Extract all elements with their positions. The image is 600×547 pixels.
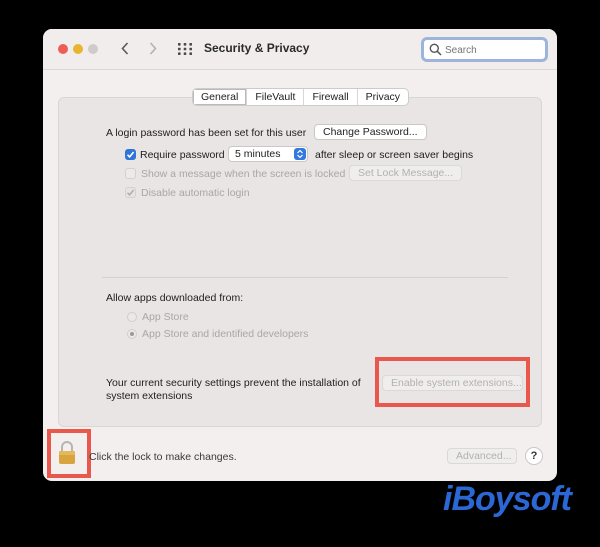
help-button[interactable]: ?	[525, 447, 543, 465]
tab-general[interactable]: General	[193, 89, 247, 105]
radio-app-store-identified-label: App Store and identified developers	[142, 328, 309, 340]
lock-instruction-text: Click the lock to make changes.	[89, 451, 237, 463]
chevron-left-icon	[121, 41, 129, 55]
highlight-box-extensions	[375, 357, 530, 407]
highlight-box-lock	[47, 429, 91, 478]
show-all-grid-icon[interactable]	[177, 41, 193, 57]
tab-filevault[interactable]: FileVault	[246, 89, 303, 105]
show-message-checkbox[interactable]	[125, 168, 136, 179]
search-field[interactable]	[421, 37, 548, 62]
search-input[interactable]	[445, 43, 540, 57]
change-password-button[interactable]: Change Password...	[314, 124, 427, 140]
window-title: Security & Privacy	[204, 41, 310, 55]
zoom-window-button[interactable]	[88, 44, 98, 54]
extensions-message-line2: system extensions	[106, 390, 193, 402]
forward-button[interactable]	[145, 39, 161, 57]
iboysoft-watermark: iBoysoft	[443, 480, 572, 518]
radio-app-store-label: App Store	[142, 311, 189, 323]
section-divider	[102, 277, 508, 278]
search-icon	[429, 43, 442, 56]
set-lock-message-button[interactable]: Set Lock Message...	[349, 165, 463, 181]
minimize-window-button[interactable]	[73, 44, 83, 54]
chevron-right-icon	[149, 41, 157, 55]
checkmark-icon	[126, 189, 135, 197]
require-password-delay-value: 5 minutes	[235, 148, 281, 160]
radio-app-store-identified[interactable]	[127, 329, 137, 339]
checkmark-icon	[126, 151, 135, 159]
login-password-text: A login password has been set for this u…	[106, 127, 307, 139]
show-message-label: Show a message when the screen is locked	[141, 168, 346, 180]
disable-autologin-checkbox[interactable]	[125, 187, 136, 198]
require-password-checkbox[interactable]	[125, 149, 136, 160]
allow-apps-heading: Allow apps downloaded from:	[106, 292, 244, 304]
close-window-button[interactable]	[58, 44, 68, 54]
radio-app-store[interactable]	[127, 312, 137, 322]
tab-privacy[interactable]: Privacy	[356, 89, 408, 105]
disable-autologin-label: Disable automatic login	[141, 187, 250, 199]
security-privacy-window: Security & Privacy General FileVault Fir…	[43, 29, 557, 481]
back-button[interactable]	[117, 39, 133, 57]
tab-firewall[interactable]: Firewall	[303, 89, 356, 105]
require-password-delay-select[interactable]: 5 minutes	[228, 146, 308, 162]
title-bar: Security & Privacy	[43, 29, 557, 70]
extensions-message-line1: Your current security settings prevent t…	[106, 377, 361, 389]
after-sleep-text: after sleep or screen saver begins	[315, 149, 474, 161]
stepper-arrows-icon	[294, 148, 306, 160]
tab-bar: General FileVault Firewall Privacy	[192, 88, 410, 106]
advanced-button[interactable]: Advanced...	[447, 448, 517, 464]
require-password-label: Require password	[140, 149, 225, 161]
